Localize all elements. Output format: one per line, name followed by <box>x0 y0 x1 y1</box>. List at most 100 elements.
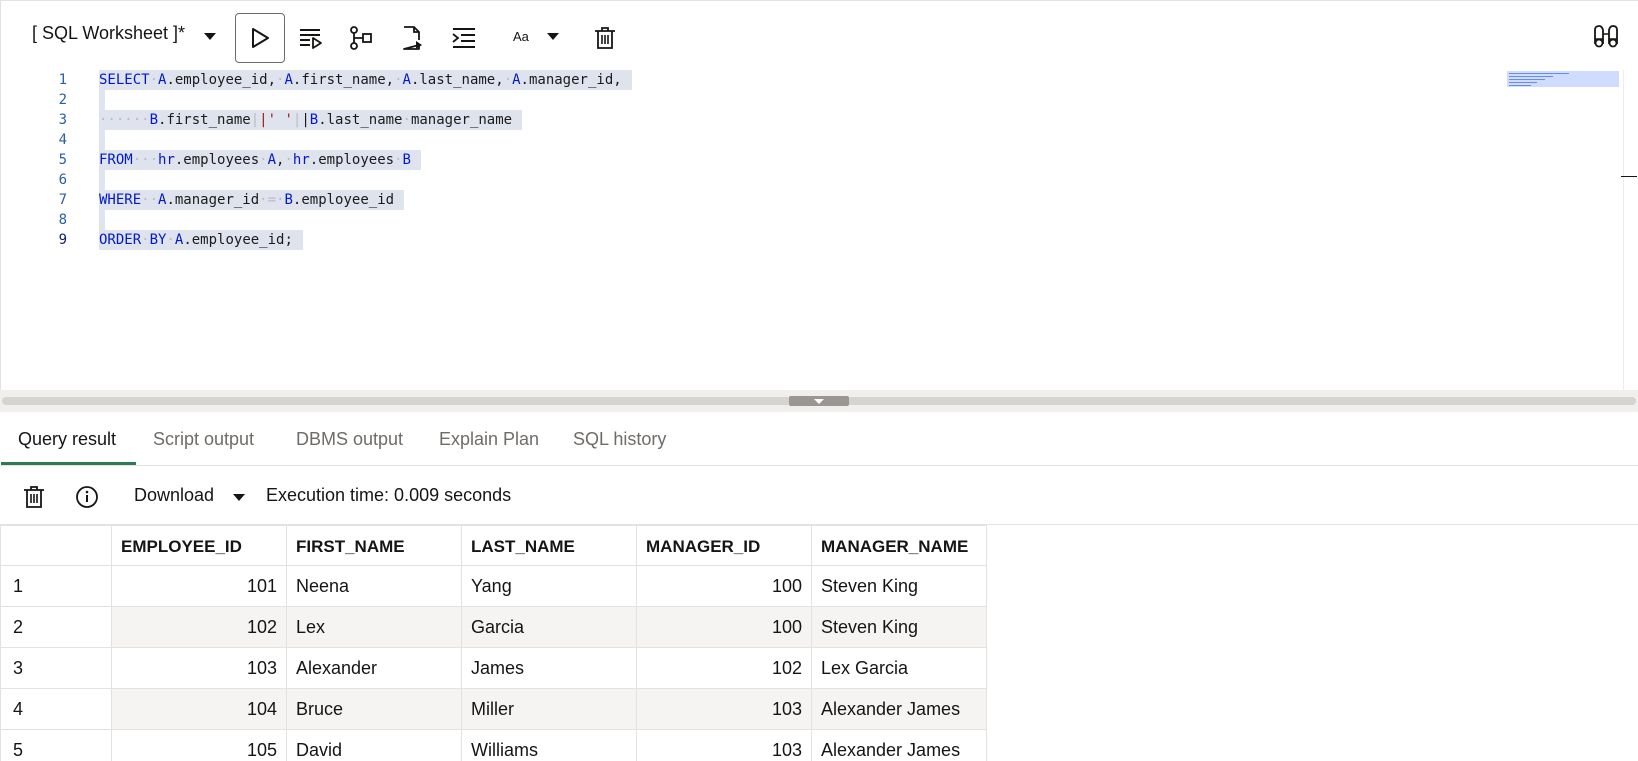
cell-employee-id[interactable]: 105 <box>112 730 287 761</box>
editor-scrollbar[interactable] <box>1623 70 1624 390</box>
cell-manager-name[interactable]: Alexander James <box>812 730 987 761</box>
column-header-manager-id[interactable]: MANAGER_ID <box>637 525 812 566</box>
line-number: 4 <box>58 132 67 148</box>
trash-icon <box>595 27 615 49</box>
autotrace-icon <box>403 26 422 50</box>
cell-manager-id[interactable]: 103 <box>637 689 812 730</box>
download-chevron-down-icon[interactable] <box>233 494 245 501</box>
cell-manager-id[interactable]: 100 <box>637 607 812 648</box>
cell-employee-id[interactable]: 104 <box>112 689 287 730</box>
splitter-handle[interactable] <box>789 396 849 406</box>
code-text[interactable] <box>99 130 105 150</box>
cell-manager-name[interactable]: Steven King <box>812 566 987 607</box>
line-number: 8 <box>58 212 67 228</box>
info-button[interactable] <box>74 484 100 510</box>
clear-editor-button[interactable] <box>580 13 630 63</box>
worksheet-menu-chevron-down-icon[interactable] <box>204 33 216 40</box>
cell-first-name[interactable]: Neena <box>287 566 462 607</box>
line-number: 3 <box>58 112 67 128</box>
cell-employee-id[interactable]: 103 <box>112 648 287 689</box>
column-header-last-name[interactable]: LAST_NAME <box>462 525 637 566</box>
panel-splitter[interactable] <box>0 390 1638 412</box>
cell-manager-id[interactable]: 103 <box>637 730 812 761</box>
line-number: 1 <box>58 72 67 88</box>
sql-editor[interactable]: 1 SELECT·A.employee_id,·A.first_name,·A.… <box>0 70 1638 390</box>
grid-header-row: EMPLOYEE_ID FIRST_NAME LAST_NAME MANAGER… <box>0 525 988 566</box>
cell-manager-id[interactable]: 102 <box>637 648 812 689</box>
table-row[interactable]: 1 101 Neena Yang 100 Steven King <box>0 566 988 607</box>
cell-last-name[interactable]: Williams <box>462 730 637 761</box>
find-button[interactable] <box>1591 21 1621 51</box>
download-button[interactable]: Download <box>134 485 214 506</box>
clear-results-button[interactable] <box>21 484 47 510</box>
editor-scroll-position-marker <box>1621 176 1637 177</box>
row-number: 4 <box>0 689 112 730</box>
code-text[interactable] <box>99 210 105 230</box>
cell-first-name[interactable]: Alexander <box>287 648 462 689</box>
run-script-button[interactable] <box>286 13 336 63</box>
code-text[interactable]: FROM···hr.employees·A,·hr.employees·B <box>99 150 421 170</box>
result-tabs: Query result Script output DBMS output E… <box>0 414 1638 466</box>
code-line[interactable]: 4 <box>1 130 1501 150</box>
collapse-chevron-down-icon <box>814 398 824 404</box>
cell-manager-name[interactable]: Alexander James <box>812 689 987 730</box>
info-icon <box>76 486 98 508</box>
code-line[interactable]: 5 FROM···hr.employees·A,·hr.employees·B <box>1 150 1501 170</box>
font-size-chevron-down-icon[interactable] <box>547 33 559 40</box>
font-size-icon[interactable]: Aa <box>513 29 529 44</box>
row-number: 1 <box>0 566 112 607</box>
line-number: 5 <box>58 152 67 168</box>
code-line[interactable]: 8 <box>1 210 1501 230</box>
code-text[interactable]: ORDER·BY·A.employee_id; <box>99 230 303 250</box>
cell-first-name[interactable]: Bruce <box>287 689 462 730</box>
code-text[interactable]: ······B.first_name||' '||B.last_name·man… <box>99 110 523 130</box>
run-statement-button[interactable] <box>235 13 285 63</box>
table-row[interactable]: 2 102 Lex Garcia 100 Steven King <box>0 607 988 648</box>
cell-manager-id[interactable]: 100 <box>637 566 812 607</box>
run-statement-icon <box>252 28 269 48</box>
code-text[interactable] <box>99 170 105 190</box>
code-line[interactable]: 9 ORDER·BY·A.employee_id; <box>1 230 1501 250</box>
worksheet-title[interactable]: [ SQL Worksheet ]* <box>32 23 185 44</box>
line-number: 9 <box>58 232 67 248</box>
line-number: 2 <box>58 92 67 108</box>
column-header-first-name[interactable]: FIRST_NAME <box>287 525 462 566</box>
cell-last-name[interactable]: Miller <box>462 689 637 730</box>
code-text[interactable] <box>99 90 105 110</box>
cell-last-name[interactable]: James <box>462 648 637 689</box>
cell-manager-name[interactable]: Lex Garcia <box>812 648 987 689</box>
table-row[interactable]: 5 105 David Williams 103 Alexander James <box>0 730 988 761</box>
editor-minimap[interactable] <box>1507 71 1619 87</box>
result-toolbar: Download Execution time: 0.009 seconds <box>0 467 1638 525</box>
column-header-manager-name[interactable]: MANAGER_NAME <box>812 525 987 566</box>
row-number: 2 <box>0 607 112 648</box>
code-text[interactable]: WHERE··A.manager_id·=·B.employee_id <box>99 190 405 210</box>
cell-last-name[interactable]: Yang <box>462 566 637 607</box>
line-number: 6 <box>58 172 67 188</box>
code-line[interactable]: 3 ······B.first_name||' '||B.last_name·m… <box>1 110 1501 130</box>
autotrace-button[interactable] <box>387 13 437 63</box>
cell-employee-id[interactable]: 102 <box>112 607 287 648</box>
tab-dbms-output[interactable]: DBMS output <box>296 414 403 466</box>
tab-script-output[interactable]: Script output <box>153 414 254 466</box>
cell-first-name[interactable]: Lex <box>287 607 462 648</box>
explain-plan-button[interactable] <box>336 13 386 63</box>
code-line[interactable]: 7 WHERE··A.manager_id·=·B.employee_id <box>1 190 1501 210</box>
tab-explain-plan[interactable]: Explain Plan <box>439 414 539 466</box>
code-line[interactable]: 6 <box>1 170 1501 190</box>
code-text[interactable]: SELECT·A.employee_id,·A.first_name,·A.la… <box>99 70 632 90</box>
cell-employee-id[interactable]: 101 <box>112 566 287 607</box>
table-row[interactable]: 3 103 Alexander James 102 Lex Garcia <box>0 648 988 689</box>
code-line[interactable]: 2 <box>1 90 1501 110</box>
column-header-employee-id[interactable]: EMPLOYEE_ID <box>112 525 287 566</box>
cell-last-name[interactable]: Garcia <box>462 607 637 648</box>
code-line[interactable]: 1 SELECT·A.employee_id,·A.first_name,·A.… <box>1 70 1501 90</box>
format-button[interactable] <box>439 13 489 63</box>
binoculars-icon <box>1594 25 1618 48</box>
cell-first-name[interactable]: David <box>287 730 462 761</box>
table-row[interactable]: 4 104 Bruce Miller 103 Alexander James <box>0 689 988 730</box>
execution-time: Execution time: 0.009 seconds <box>266 485 512 505</box>
tab-query-result[interactable]: Query result <box>18 414 116 466</box>
cell-manager-name[interactable]: Steven King <box>812 607 987 648</box>
tab-sql-history[interactable]: SQL history <box>573 414 666 466</box>
